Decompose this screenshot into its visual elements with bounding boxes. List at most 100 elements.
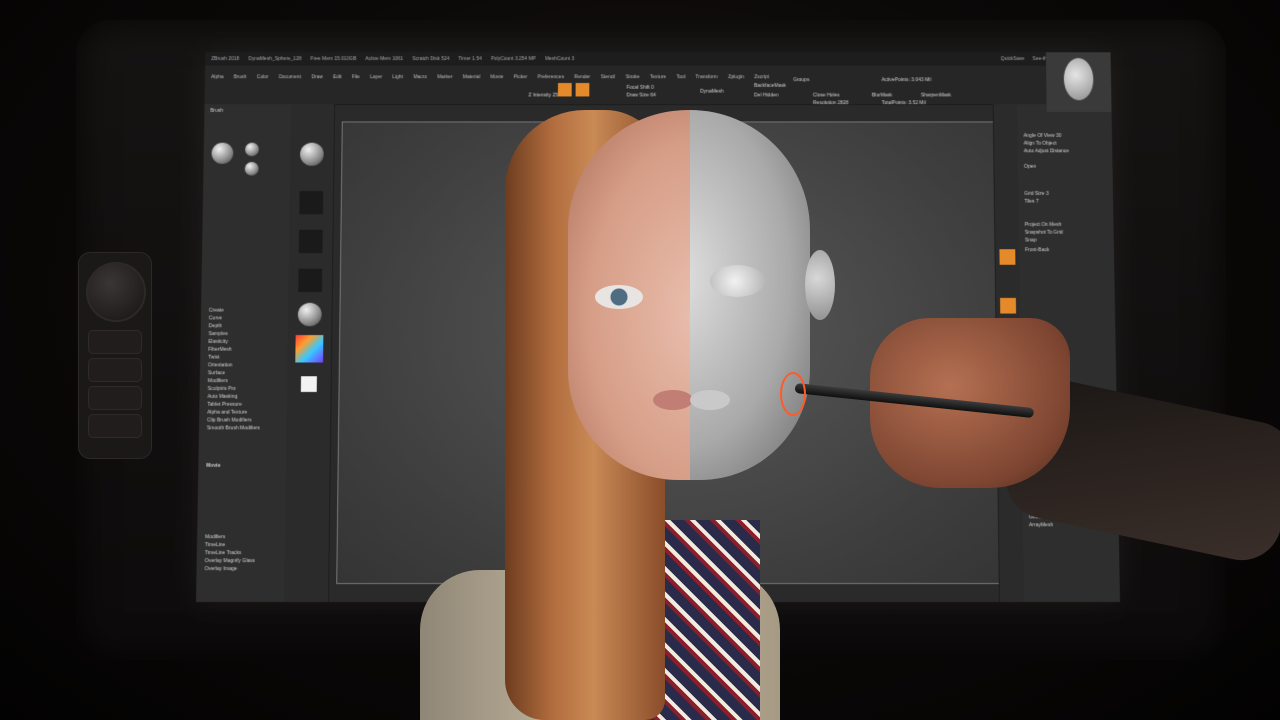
menu-item[interactable]: Render: [574, 74, 590, 80]
color-picker-icon[interactable]: [295, 335, 324, 363]
right-palette-item[interactable]: Snap: [1025, 238, 1037, 244]
right-palette-item[interactable]: Grid Size 3: [1024, 191, 1048, 197]
menu-item[interactable]: Stroke: [626, 74, 640, 80]
focal-shift-label[interactable]: Focal Shift 0: [627, 85, 654, 91]
right-palette-item[interactable]: Auto Adjust Distance: [1024, 148, 1069, 154]
sculpt-face-half: [690, 110, 812, 480]
touch-ring-dial: [86, 262, 146, 322]
groups-label[interactable]: Groups: [793, 77, 809, 83]
backface-mask-button[interactable]: BackfaceMask: [754, 83, 786, 89]
menu-item[interactable]: Material: [463, 74, 480, 80]
right-palette-item[interactable]: Tiles 7: [1024, 199, 1038, 205]
menu-item[interactable]: Layer: [370, 74, 382, 80]
menu-item[interactable]: Document: [279, 74, 301, 80]
express-key: [88, 414, 142, 438]
zadd-button[interactable]: [557, 83, 572, 97]
top-bar-item: MeshCount 3: [545, 56, 575, 62]
brush-subpalette[interactable]: Orientation: [208, 362, 232, 368]
brush-thumbnail[interactable]: [245, 142, 259, 157]
brush-subpalette[interactable]: Curve: [209, 316, 222, 322]
top-bar-item: Timer 1.54: [458, 56, 482, 62]
tool-thumbnail-head[interactable]: [1045, 52, 1112, 112]
menu-item[interactable]: Movie: [490, 74, 503, 80]
movie-palette-item[interactable]: Overlay Magnify Glass: [205, 558, 255, 564]
menu-item[interactable]: Brush: [234, 74, 247, 80]
brush-subpalette[interactable]: Create: [209, 308, 224, 314]
menu-item[interactable]: Preferences: [538, 74, 564, 80]
express-key: [88, 330, 142, 354]
real-lips: [653, 390, 693, 410]
top-bar-item: Scratch Disk 524: [412, 56, 450, 62]
brush-subpalette[interactable]: Smooth Brush Modifiers: [207, 425, 260, 431]
right-palette-item[interactable]: Open: [1024, 164, 1036, 170]
secondary-color-swatch[interactable]: [300, 376, 317, 392]
sculpt-ear: [805, 250, 835, 320]
menu-item[interactable]: Edit: [333, 74, 342, 80]
texture-off-icon[interactable]: [298, 268, 323, 293]
close-holes-button[interactable]: Close Holes: [813, 93, 839, 99]
brush-palette-title: Brush: [210, 107, 224, 114]
movie-palette-item[interactable]: TimeLine Tracks: [205, 550, 242, 556]
brush-palette: Brush Create Curve Depth Samples Elastic…: [196, 104, 292, 602]
brush-subpalette[interactable]: Twist: [208, 355, 219, 361]
menu-item[interactable]: Macro: [413, 74, 427, 80]
menu-item[interactable]: Draw: [311, 74, 323, 80]
menu-item[interactable]: Alpha: [211, 74, 224, 80]
blur-mask-button[interactable]: BlurMask: [872, 93, 892, 99]
del-hidden-button[interactable]: Del Hidden: [754, 93, 778, 99]
movie-palette-item[interactable]: Overlay Image: [205, 566, 238, 572]
sharpen-mask-button[interactable]: SharpenMask: [921, 93, 951, 99]
menu-item[interactable]: Stencil: [601, 74, 616, 80]
movie-palette-title[interactable]: Movie: [206, 463, 220, 469]
top-bar-item: DynaMesh_Sphere_128: [248, 56, 302, 62]
right-palette-item[interactable]: Align To Object: [1024, 141, 1057, 147]
express-key: [88, 386, 142, 410]
move-button-icon[interactable]: [1000, 297, 1017, 314]
movie-palette-item[interactable]: Modifiers: [205, 534, 225, 540]
top-bar-item: ZBrush 2018: [211, 56, 240, 62]
quicksave-label[interactable]: QuickSave: [1001, 52, 1025, 65]
menu-item[interactable]: Texture: [650, 74, 666, 80]
brush-subpalette[interactable]: Alpha and Texture: [207, 410, 247, 416]
brush-subpalette[interactable]: Elasticity: [208, 339, 228, 345]
brush-subpalette[interactable]: Modifiers: [208, 378, 228, 384]
right-palette-item[interactable]: ArrayMesh: [1029, 522, 1053, 528]
right-palette-item[interactable]: Project On Mesh: [1025, 222, 1062, 228]
menu-item[interactable]: Tool: [676, 74, 685, 80]
menu-item[interactable]: Marker: [437, 74, 452, 80]
menu-item[interactable]: File: [352, 74, 360, 80]
menu-item[interactable]: Zplugin: [728, 74, 744, 80]
brush-subpalette[interactable]: Auto Masking: [207, 394, 237, 400]
brush-subpalette[interactable]: Tablet Pressure: [207, 402, 242, 408]
top-bar-item: Free Mem 15.010GB: [310, 56, 357, 62]
brush-subpalette[interactable]: Clip Brush Modifiers: [207, 418, 252, 424]
movie-palette-item[interactable]: TimeLine: [205, 542, 225, 548]
menu-item[interactable]: Picker: [514, 74, 528, 80]
menu-item[interactable]: Color: [257, 74, 269, 80]
menu-item[interactable]: Light: [392, 74, 403, 80]
brush-subpalette[interactable]: Sculptris Pro: [208, 386, 236, 392]
brush-subpalette[interactable]: Surface: [208, 370, 225, 376]
stroke-dots-icon[interactable]: [299, 190, 324, 215]
brush-subpalette[interactable]: Depth: [209, 323, 222, 329]
frame-button-icon[interactable]: [999, 249, 1016, 265]
right-palette-item[interactable]: Angle Of View 30: [1023, 133, 1061, 139]
brush-thumbnail[interactable]: [211, 142, 234, 164]
dynamesh-button[interactable]: DynaMesh: [700, 89, 723, 95]
brush-thumbnail[interactable]: [244, 161, 259, 176]
matcap-material-icon[interactable]: [297, 302, 322, 327]
brush-subpalette[interactable]: FiberMesh: [208, 347, 231, 353]
photo-scene: ZBrush 2018 DynaMesh_Sphere_128 Free Mem…: [0, 0, 1280, 720]
right-palette-item[interactable]: Snapshot To Grid: [1025, 230, 1063, 236]
sculpt-eye: [710, 265, 765, 297]
standard-brush-icon[interactable]: [299, 142, 324, 166]
menu-item[interactable]: Zscript: [754, 74, 769, 80]
z-intensity-label[interactable]: Z Intensity 25: [528, 93, 557, 99]
right-palette-item[interactable]: Front-Back: [1025, 247, 1049, 253]
menu-item[interactable]: Transform: [696, 74, 718, 80]
alpha-off-icon[interactable]: [298, 229, 323, 254]
draw-size-label[interactable]: Draw Size 64: [627, 93, 656, 99]
express-key: [88, 358, 142, 382]
zsub-button[interactable]: [575, 83, 590, 97]
brush-subpalette[interactable]: Samples: [209, 331, 228, 337]
